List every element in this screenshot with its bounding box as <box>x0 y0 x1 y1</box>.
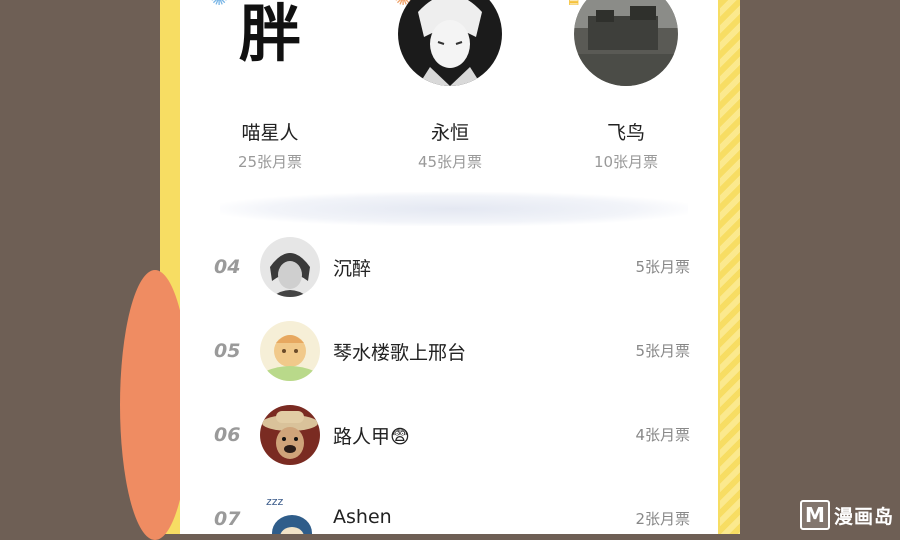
avatar[interactable] <box>260 405 320 465</box>
vote-count: 2张月票 <box>635 510 690 528</box>
watermark-logo-icon: M <box>799 500 830 530</box>
vote-count: 10张月票 <box>593 153 659 171</box>
avatar[interactable] <box>398 0 502 86</box>
user-name: 飞鸟 <box>606 122 645 144</box>
user-name: 喵星人 <box>241 122 299 144</box>
podium-item-1[interactable]: ✺ 胖 喵星人 25张月票 <box>180 0 360 190</box>
watermark: M 漫画岛 <box>799 500 894 530</box>
avatar[interactable]: zzz <box>260 489 320 534</box>
podium-item-3[interactable]: ♛ 飞鸟 10张月票 <box>536 0 716 190</box>
list-item[interactable]: 05 琴水楼歌上邢台 5张月票 <box>180 314 718 394</box>
ranking-panel: ✺ 胖 喵星人 25张月票 ✺ 永恒 45张月票 <box>180 0 718 534</box>
avatar[interactable] <box>260 321 320 381</box>
vote-count: 5张月票 <box>635 342 690 360</box>
avatar[interactable] <box>260 237 320 297</box>
vote-count: 45张月票 <box>417 153 483 171</box>
vote-count: 4张月票 <box>635 426 690 444</box>
rank-number: 05 <box>214 340 241 362</box>
avatar[interactable]: 胖 <box>218 0 322 86</box>
list-item[interactable]: 04 沉醉 5张月票 <box>180 230 718 310</box>
list-item[interactable]: 06 路人甲😨 4张月票 <box>180 398 718 478</box>
podium-item-2[interactable]: ✺ 永恒 45张月票 <box>360 0 540 190</box>
watermark-text: 漫画岛 <box>833 505 894 528</box>
vote-count: 5张月票 <box>635 258 690 276</box>
section-divider <box>220 192 688 226</box>
avatar[interactable] <box>574 0 678 86</box>
user-name: 路人甲😨 <box>333 426 410 448</box>
list-item[interactable]: 07 zzz Ashen 2张月票 <box>180 482 718 534</box>
rank-number: 07 <box>214 508 241 530</box>
user-name: 永恒 <box>430 122 469 144</box>
avatar-glyph: 胖 <box>238 0 301 70</box>
vote-count: 25张月票 <box>237 153 303 171</box>
user-name: Ashen <box>333 506 392 528</box>
svg-text:zzz: zzz <box>266 495 284 508</box>
user-name: 琴水楼歌上邢台 <box>333 342 467 364</box>
frame-stripes <box>720 0 740 534</box>
rank-number: 04 <box>214 256 241 278</box>
user-name: 沉醉 <box>333 258 372 280</box>
rank-number: 06 <box>214 424 241 446</box>
